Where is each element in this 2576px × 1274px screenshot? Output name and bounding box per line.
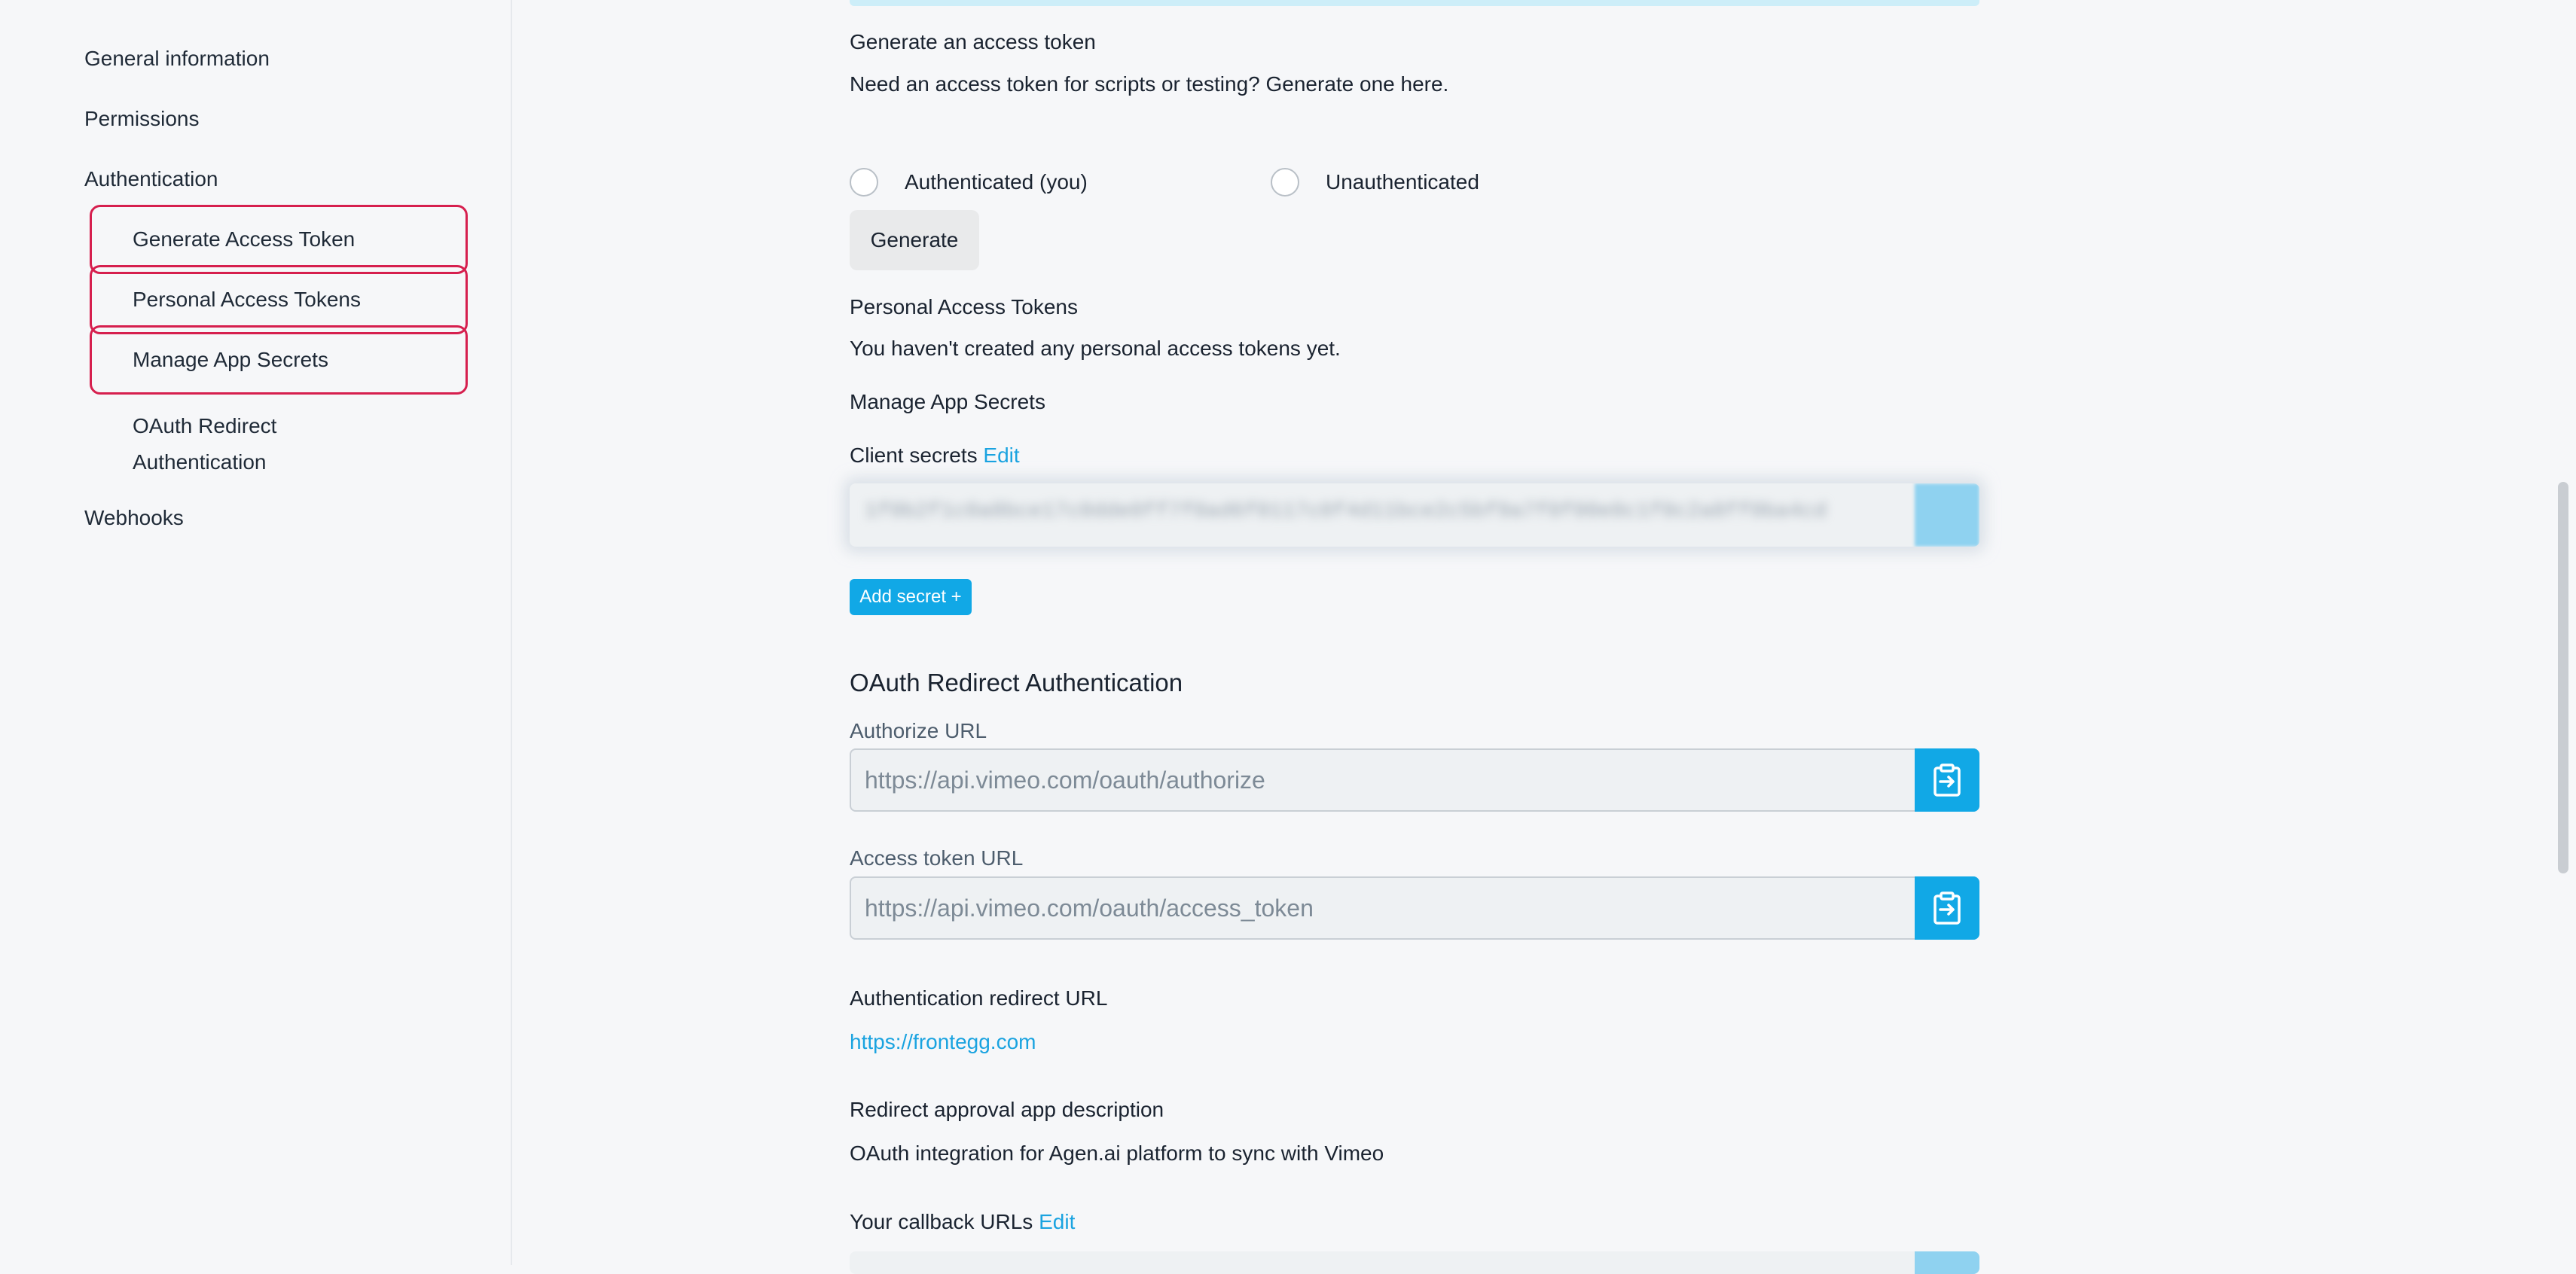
redirect-url-label: Authentication redirect URL bbox=[850, 986, 1108, 1010]
clipboard-icon bbox=[1934, 763, 1961, 797]
approval-description-label: Redirect approval app description bbox=[850, 1098, 1164, 1121]
client-secret-field[interactable]: 1f0b2f1c0a8bce17c0dde0ff7f0ad6f0117c0f4d… bbox=[850, 483, 1979, 547]
sidebar-subitem-personal-access-tokens[interactable]: Personal Access Tokens bbox=[133, 288, 361, 312]
radio-authenticated[interactable] bbox=[850, 168, 878, 197]
sidebar-subitem-manage-app-secrets[interactable]: Manage App Secrets bbox=[133, 348, 328, 372]
client-secret-copy-button[interactable] bbox=[1915, 483, 1979, 547]
callback-urls-row: Your callback URLs Edit bbox=[850, 1210, 1075, 1234]
radio-authenticated-label: Authenticated (you) bbox=[905, 170, 1088, 194]
sidebar: General information Permissions Authenti… bbox=[0, 0, 512, 1265]
generate-button[interactable]: Generate bbox=[850, 210, 979, 270]
oauth-heading: OAuth Redirect Authentication bbox=[850, 669, 1183, 696]
sidebar-subitem-oauth-line1: OAuth Redirect bbox=[133, 414, 277, 437]
access-token-url-copy-button[interactable] bbox=[1915, 876, 1979, 940]
sidebar-item-permissions[interactable]: Permissions bbox=[84, 107, 199, 131]
generate-description: Need an access token for scripts or test… bbox=[850, 72, 1449, 96]
redirect-url-link[interactable]: https://frontegg.com bbox=[850, 1030, 1036, 1054]
sidebar-subitem-oauth-line2: Authentication bbox=[133, 450, 267, 474]
approval-description-value: OAuth integration for Agen.ai platform t… bbox=[850, 1141, 1384, 1165]
callback-url-field[interactable] bbox=[850, 1251, 1979, 1274]
authorize-url-copy-button[interactable] bbox=[1915, 748, 1979, 812]
client-secrets-row: Client secrets Edit bbox=[850, 443, 1020, 468]
sidebar-item-general-information[interactable]: General information bbox=[84, 47, 270, 71]
sidebar-item-authentication[interactable]: Authentication bbox=[84, 167, 218, 191]
personal-tokens-empty: You haven't created any personal access … bbox=[850, 337, 1341, 360]
clipboard-icon bbox=[1934, 891, 1961, 925]
callback-urls-label: Your callback URLs bbox=[850, 1210, 1033, 1233]
radio-unauthenticated[interactable] bbox=[1271, 168, 1299, 197]
top-banner-edge bbox=[850, 0, 1979, 6]
access-token-url-value: https://api.vimeo.com/oauth/access_token bbox=[865, 895, 1314, 922]
scrollbar-thumb[interactable] bbox=[2558, 482, 2568, 873]
authorize-url-label: Authorize URL bbox=[850, 719, 987, 742]
authorize-url-field[interactable]: https://api.vimeo.com/oauth/authorize bbox=[850, 748, 1979, 812]
access-token-url-label: Access token URL bbox=[850, 846, 1024, 870]
authorize-url-value: https://api.vimeo.com/oauth/authorize bbox=[865, 767, 1265, 794]
sidebar-subitem-oauth-redirect[interactable]: OAuth Redirect Authentication bbox=[133, 408, 276, 480]
sidebar-item-webhooks[interactable]: Webhooks bbox=[84, 506, 184, 530]
callback-url-copy-button[interactable] bbox=[1915, 1251, 1979, 1274]
client-secrets-label: Client secrets bbox=[850, 443, 978, 467]
personal-tokens-heading: Personal Access Tokens bbox=[850, 295, 1078, 318]
callback-urls-edit-link[interactable]: Edit bbox=[1039, 1210, 1075, 1233]
sidebar-subitem-generate-access-token[interactable]: Generate Access Token bbox=[133, 227, 355, 251]
access-token-url-field[interactable]: https://api.vimeo.com/oauth/access_token bbox=[850, 876, 1979, 940]
manage-secrets-heading: Manage App Secrets bbox=[850, 390, 1045, 413]
add-secret-button[interactable]: Add secret + bbox=[850, 579, 972, 615]
client-secret-value: 1f0b2f1c0a8bce17c0dde0ff7f0ad6f0117c0f4d… bbox=[865, 500, 1827, 523]
client-secrets-edit-link[interactable]: Edit bbox=[983, 443, 1019, 467]
generate-heading: Generate an access token bbox=[850, 30, 1096, 53]
radio-unauthenticated-label: Unauthenticated bbox=[1326, 170, 1479, 194]
